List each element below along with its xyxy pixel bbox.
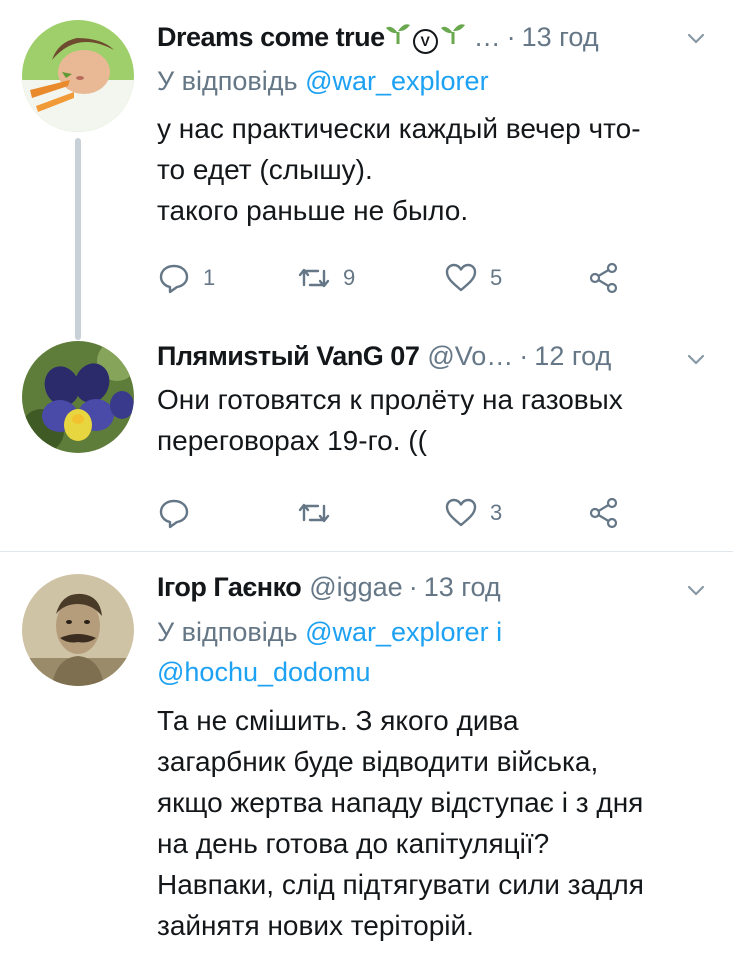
- text-line: Они готовятся к пролёту на газовых: [157, 384, 623, 415]
- text-line: на день готова до капітуляції?: [157, 828, 550, 859]
- tweet-2[interactable]: Плямиѕтый VanG 07 @Vo… · 12 год Они гото…: [0, 335, 733, 550]
- retweet-button[interactable]: [297, 493, 343, 533]
- share-icon: [589, 262, 618, 294]
- avatar[interactable]: [22, 341, 134, 453]
- tweet-text: Та не смішить. З якого дива загарбник бу…: [157, 700, 709, 946]
- mention-link[interactable]: @hochu_dodomu: [157, 657, 371, 687]
- chevron-down-icon[interactable]: [683, 578, 709, 604]
- share-button[interactable]: [587, 493, 621, 533]
- timestamp[interactable]: 13 год: [522, 22, 599, 53]
- chevron-down-icon[interactable]: [683, 347, 709, 373]
- heart-icon: [445, 498, 477, 527]
- retweet-button[interactable]: 9: [297, 258, 355, 298]
- text-line: такого раньше не было.: [157, 195, 469, 226]
- display-name[interactable]: Dreams come true: [157, 22, 385, 53]
- handle: @iggae: [309, 572, 403, 602]
- retweet-icon: [298, 268, 330, 288]
- text-line: то едет (слышу).: [157, 154, 373, 185]
- tweet-header: Ігор Гаєнко @iggae · 13 год: [157, 572, 709, 612]
- reply-context: У відповідь @war_explorer і @hochu_dodom…: [157, 612, 709, 692]
- reply-joiner: і: [496, 617, 503, 647]
- text-line: Та не смішить. З якого дива: [157, 705, 519, 736]
- separator-dot: ·: [408, 572, 418, 602]
- text-line: переговорах 19-го. ((: [157, 425, 427, 456]
- tweet-1[interactable]: Dreams come true V … · 13 год У відповід…: [0, 0, 733, 340]
- timestamp[interactable]: 12 год: [534, 341, 611, 372]
- tweet-3[interactable]: Ігор Гаєнко @iggae · 13 год У відповідь …: [0, 552, 733, 960]
- mention-link[interactable]: @war_explorer: [305, 66, 488, 96]
- text-line: якщо жертва нападу відступає і з дня: [157, 787, 644, 818]
- tweet-text: у нас практически каждый вечер что- то е…: [157, 108, 709, 231]
- tweet-actions: 1 9 5: [157, 258, 627, 298]
- display-name[interactable]: Ігор Гаєнко: [157, 572, 302, 603]
- avatar[interactable]: [22, 20, 134, 132]
- tweet-text: Они готовятся к пролёту на газовых перег…: [157, 379, 709, 461]
- like-button[interactable]: 5: [444, 258, 502, 298]
- avatar-image: [22, 574, 134, 686]
- seedling-icon: [440, 24, 465, 44]
- tweet-header: Плямиѕтый VanG 07 @Vo… · 12 год: [157, 341, 709, 381]
- tweet-actions: 3: [157, 493, 627, 533]
- verified-circle-v-icon: V: [412, 29, 438, 54]
- reply-icon: [159, 264, 189, 294]
- reply-context: У відповідь @war_explorer: [157, 61, 709, 101]
- retweet-count: 9: [343, 265, 356, 290]
- reply-icon: [159, 499, 189, 529]
- reply-button[interactable]: 1: [157, 258, 215, 298]
- share-button[interactable]: [587, 258, 621, 298]
- heart-icon: [445, 263, 477, 292]
- handle-ellipsis: …: [473, 22, 501, 52]
- reply-prefix: У відповідь: [157, 617, 298, 647]
- reply-count: 1: [203, 265, 216, 290]
- retweet-icon: [298, 503, 330, 523]
- like-count: 3: [490, 500, 503, 525]
- timestamp[interactable]: 13 год: [424, 572, 501, 603]
- separator-dot: ·: [519, 341, 529, 371]
- reply-button[interactable]: [157, 493, 203, 533]
- mention-link[interactable]: @war_explorer: [305, 617, 488, 647]
- reply-prefix: У відповідь: [157, 66, 298, 96]
- seedling-icon: [385, 24, 410, 44]
- text-line: Навпаки, слід підтягувати сили задля: [157, 869, 644, 900]
- handle: @Vo…: [427, 341, 514, 371]
- avatar-image: [22, 20, 134, 132]
- chevron-down-icon[interactable]: [683, 26, 709, 52]
- separator-dot: ·: [506, 22, 516, 52]
- avatar-image: [22, 341, 134, 453]
- like-count: 5: [490, 265, 503, 290]
- like-button[interactable]: 3: [444, 493, 502, 533]
- text-line: зайнятя нових теріторій.: [157, 910, 474, 941]
- text-line: у нас практически каждый вечер что-: [157, 113, 641, 144]
- tweet-header: Dreams come true V … · 13 год: [157, 20, 709, 60]
- share-icon: [589, 497, 618, 529]
- text-line: загарбник буде відводити війська,: [157, 746, 599, 777]
- thread-line: [75, 138, 81, 340]
- display-name[interactable]: Плямиѕтый VanG 07: [157, 341, 420, 372]
- avatar[interactable]: [22, 574, 134, 686]
